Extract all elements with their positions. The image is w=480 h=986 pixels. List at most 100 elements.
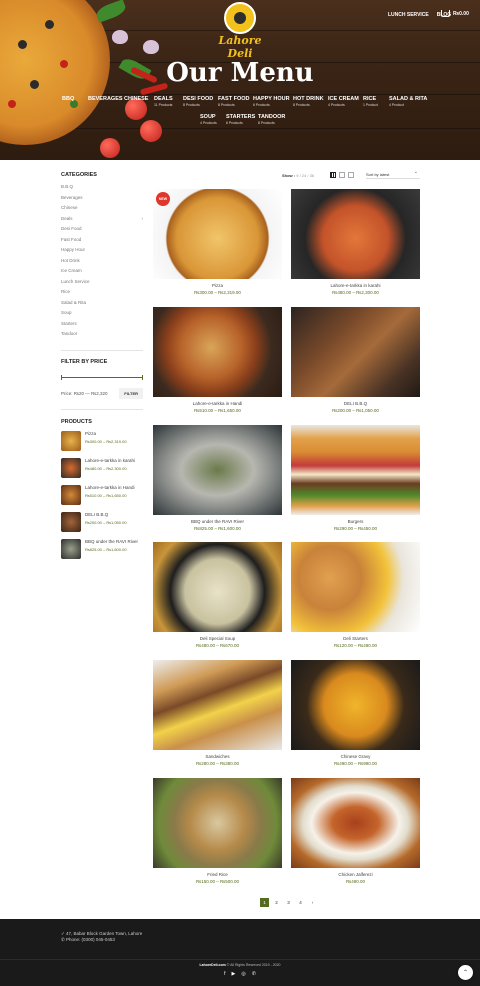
next-page-icon[interactable]: › [308,898,317,907]
widget-product[interactable]: Lahore-e-tarkka in karahi ₨480.00 – ₨2,30… [61,457,143,485]
cat-bbq[interactable]: BBQ [62,96,74,103]
sidebar-item-ice-cream[interactable]: Ice Cream [61,268,143,279]
cat-chinese[interactable]: CHINESE [124,96,148,103]
cat-fast-food[interactable]: FAST FOOD 8 Products [218,96,249,107]
sidebar-item-salad-rita[interactable]: Salad & Rita [61,300,143,311]
product-image[interactable] [153,660,282,750]
sidebar-item-rice[interactable]: Rice [61,289,143,300]
product-name[interactable]: Fried Rice [153,872,282,877]
price-slider[interactable] [61,374,143,380]
product-card[interactable]: Chinese Gravy ₨490.00 – ₨990.00 [291,660,420,766]
grid-2-icon[interactable] [330,172,336,178]
product-thumbnail[interactable] [61,484,81,505]
product-name[interactable]: Lahore-e-tarkka in Handi [153,401,282,406]
cat-salad-rita[interactable]: SALAD & RITA 4 Product [389,96,427,107]
scroll-to-top-button[interactable]: ⌃ [458,965,473,980]
cat-happy-hour[interactable]: HAPPY HOUR 6 Products [253,96,290,107]
sidebar-item-happy-hour[interactable]: Happy Hour [61,247,143,258]
sidebar-item-deals[interactable]: Deals › [61,216,143,227]
sidebar-item-tandoor[interactable]: Tandoor [61,331,143,342]
widget-product[interactable]: Pizza ₨300.00 – ₨2,319.00 [61,430,143,458]
product-name[interactable]: Deli Special Soup [153,636,282,641]
product-card[interactable]: Lahore-e-tarkka in karahi ₨480.00 – ₨2,3… [291,189,420,295]
product-name[interactable]: DELI B.B.Q [291,401,420,406]
product-image[interactable] [291,189,420,279]
product-image[interactable] [291,778,420,868]
sidebar-item-chinese[interactable]: Chinese [61,205,143,216]
chevron-right-icon[interactable]: › [142,216,144,227]
sort-select[interactable]: Sort by latest [366,169,420,179]
product-name[interactable]: Burgers [291,519,420,524]
product-card[interactable]: Sandwiches ₨280.00 – ₨380.00 [153,660,282,766]
product-name[interactable]: BBQ under the RAVI River [153,519,282,524]
sidebar-item-fast-food[interactable]: Fast Food [61,237,143,248]
product-card[interactable]: Deli Starters ₨120.00 – ₨480.00 [291,542,420,648]
product-card[interactable]: DELI B.B.Q ₨200.00 – ₨1,050.00 [291,307,420,413]
cart-button[interactable]: ₨0.00 [441,10,469,17]
cat-starters[interactable]: STARTERS 6 Products [226,114,255,125]
product-image[interactable] [153,542,282,632]
page-3[interactable]: 3 [284,898,293,907]
product-card[interactable]: Lahore-e-tarkka in Handi ₨510.00 – ₨1,65… [153,307,282,413]
site-logo[interactable]: Lahore Deli [211,2,269,60]
filter-button[interactable]: FILTER [119,387,143,399]
product-name[interactable]: Sandwiches [153,754,282,759]
nav-lunch-service[interactable]: LUNCH SERVICE [388,12,429,18]
product-image[interactable] [153,425,282,515]
grid-3-icon[interactable] [339,172,345,178]
product-image[interactable] [153,778,282,868]
product-name[interactable]: Pizza [85,431,127,436]
cat-beverages[interactable]: BEVERAGES [88,96,123,103]
cat-ice-cream[interactable]: ICE CREAM 4 Products [328,96,359,107]
product-name[interactable]: Chinese Gravy [291,754,420,759]
sidebar-item-lunch-service[interactable]: Lunch Service [61,279,143,290]
product-card[interactable]: Chicken Jalferezi ₨490.00 [291,778,420,884]
product-thumbnail[interactable] [61,430,81,451]
product-thumbnail[interactable] [61,538,81,559]
sidebar-item-desi-food[interactable]: Desi Food [61,226,143,237]
product-name[interactable]: Pizza [153,283,282,288]
product-name[interactable]: DELI B.B.Q [85,512,127,517]
product-image[interactable] [291,307,420,397]
product-image[interactable] [291,660,420,750]
slider-handle-min[interactable] [61,374,62,380]
page-1[interactable]: 1 [260,898,269,907]
widget-product[interactable]: BBQ under the RAVI River ₨825.00 – ₨1,600… [61,538,143,566]
product-thumbnail[interactable] [61,457,81,478]
product-image[interactable] [291,425,420,515]
sidebar-item-beverages[interactable]: Beverages [61,195,143,206]
cat-hot-drink[interactable]: HOT DRINK 8 Products [293,96,324,107]
sidebar-item-hot-drink[interactable]: Hot Drink [61,258,143,269]
product-image[interactable]: NEW [153,189,282,279]
product-name[interactable]: Lahore-e-tarkka in karahi [85,458,135,463]
sidebar-item-starters[interactable]: Starters [61,321,143,332]
product-image[interactable] [153,307,282,397]
product-name[interactable]: Lahore-e-tarkka in Handi [85,485,135,490]
sidebar-item-soup[interactable]: Soup [61,310,143,321]
product-thumbnail[interactable] [61,511,81,532]
product-name[interactable]: Deli Starters [291,636,420,641]
cat-soup[interactable]: SOUP 4 Products [200,114,217,125]
cat-rice[interactable]: RICE 1 Product [363,96,378,107]
per-page-selector[interactable]: Show : 9 / 24 / 36 [282,173,314,178]
cat-deals[interactable]: DEALS 11 Products [154,96,173,107]
widget-product[interactable]: DELI B.B.Q ₨200.00 – ₨1,050.00 [61,511,143,539]
cat-desi-food[interactable]: DESI FOOD 8 Products [183,96,213,107]
product-name[interactable]: Lahore-e-tarkka in karahi [291,283,420,288]
youtube-icon[interactable]: ▶ [231,971,235,977]
page-4[interactable]: 4 [296,898,305,907]
product-name[interactable]: Chicken Jalferezi [291,872,420,877]
product-card[interactable]: Burgers ₨290.00 – ₨450.00 [291,425,420,531]
sidebar-item-bbq[interactable]: B.B.Q [61,184,143,195]
footer-phone[interactable]: Phone: (0300) 045-0453 [66,937,115,942]
product-name[interactable]: BBQ under the RAVI River [85,539,138,544]
product-card[interactable]: NEW Pizza ₨300.00 – ₨2,319.00 [153,189,282,295]
product-image[interactable] [291,542,420,632]
page-2[interactable]: 2 [272,898,281,907]
whatsapp-icon[interactable]: ✆ [252,971,256,977]
product-card[interactable]: BBQ under the RAVI River ₨825.00 – ₨1,60… [153,425,282,531]
product-card[interactable]: Deli Special Soup ₨480.00 – ₨670.00 [153,542,282,648]
product-card[interactable]: Fried Rice ₨150.00 – ₨500.00 [153,778,282,884]
facebook-icon[interactable]: f [224,971,225,977]
slider-handle-max[interactable] [142,374,143,380]
